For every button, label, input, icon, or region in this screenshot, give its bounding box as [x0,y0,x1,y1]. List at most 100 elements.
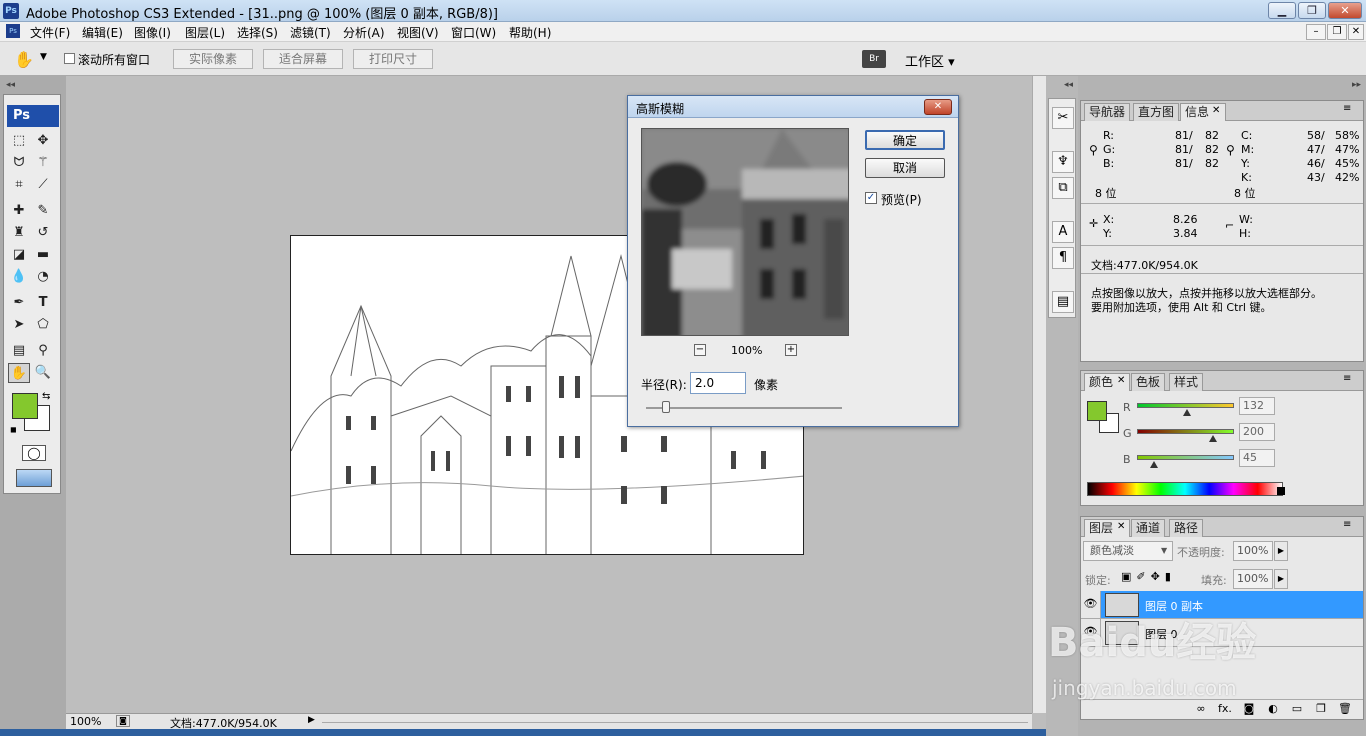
swap-colors-icon[interactable]: ⇆ [42,391,50,402]
shape-tool-icon[interactable]: ⬠ [32,315,54,335]
menu-select[interactable]: 选择(S) [237,24,278,41]
magic-wand-icon[interactable]: ⚚ [32,153,54,173]
panel-menu-icon[interactable]: ≡ [1343,103,1351,114]
panel-expand-icon[interactable]: ▸▸ [1352,80,1361,90]
menu-edit[interactable]: 编辑(E) [82,24,123,41]
layers-footer-icon[interactable]: ∞ [1189,700,1213,718]
opacity-input[interactable]: 100% [1233,541,1273,561]
panel-menu-icon[interactable]: ≡ [1343,519,1351,530]
tab-navigator[interactable]: 导航器 [1084,103,1131,121]
tab-channels[interactable]: 通道 [1131,519,1166,537]
minimize-button[interactable]: ▁ [1268,2,1296,19]
default-colors-icon[interactable]: ◼ [10,425,17,434]
dodge-tool-icon[interactable]: ◔ [32,267,54,287]
gradient-tool-icon[interactable]: ▬ [32,245,54,265]
menu-file[interactable]: 文件(F) [30,24,70,41]
layers-footer-icon[interactable]: 🗑 [1333,700,1357,718]
layers-footer-icon[interactable]: ◙ [1237,700,1261,718]
layer-comps-icon[interactable]: ▤ [1052,291,1074,313]
dock-collapse-icon[interactable]: ◂◂ [1064,80,1073,90]
tab-close-icon[interactable]: ✕ [1212,105,1220,116]
lasso-tool-icon[interactable]: ᗢ [8,153,30,173]
channel-slider-thumb[interactable] [1150,461,1158,468]
zoom-level[interactable]: 100% [70,715,101,728]
layers-footer-icon[interactable]: ◐ [1261,700,1285,718]
fill-input[interactable]: 100% [1233,569,1273,589]
actual-pixels-button[interactable]: 实际像素 [173,49,253,69]
workspace-menu[interactable]: 工作区 ▾ [905,51,955,70]
menu-image[interactable]: 图像(I) [134,24,171,41]
channel-slider-track[interactable] [1137,455,1234,460]
fill-arrow-icon[interactable]: ▶ [1274,569,1288,589]
radius-input[interactable]: 2.0 [690,372,746,394]
zoom-tool-icon[interactable]: 🔍 [32,363,54,383]
channel-value-input[interactable]: 132 [1239,397,1275,415]
channel-slider-track[interactable] [1137,429,1234,434]
healing-brush-icon[interactable]: ✚ [8,201,30,221]
status-info-icon[interactable]: ◙ [116,715,130,727]
ok-button[interactable]: 确定 [865,130,945,150]
menu-view[interactable]: 视图(V) [397,24,439,41]
layers-footer-icon[interactable]: ❐ [1309,700,1333,718]
tab-close-icon[interactable]: ✕ [1117,521,1125,532]
horizontal-scrollbar[interactable] [322,722,1028,723]
clone-stamp-icon[interactable]: ♜ [8,223,30,243]
crop-tool-icon[interactable]: ⌗ [8,175,30,195]
fit-screen-button[interactable]: 适合屏幕 [263,49,343,69]
color-panel-fg-swatch[interactable] [1087,401,1107,421]
tab-histogram[interactable]: 直方图 [1133,103,1180,121]
opacity-arrow-icon[interactable]: ▶ [1274,541,1288,561]
menu-help[interactable]: 帮助(H) [509,24,551,41]
brushes-panel-icon[interactable]: ♆ [1052,151,1074,173]
brush-tool-icon[interactable]: ✎ [32,201,54,221]
path-selection-icon[interactable]: ➤ [8,315,30,335]
clone-source-icon[interactable]: ⧉ [1052,177,1074,199]
pen-tool-icon[interactable]: ✒ [8,293,30,313]
tab-close-icon[interactable]: ✕ [1117,375,1125,386]
preview-checkbox[interactable]: ✓ [865,192,877,204]
document-icon[interactable]: Ps [6,24,20,38]
vertical-scrollbar[interactable] [1032,76,1046,713]
scroll-all-checkbox[interactable] [64,53,75,64]
zoom-in-button[interactable]: + [785,344,797,356]
doc-restore-button[interactable]: ❐ [1327,24,1347,40]
channel-value-input[interactable]: 200 [1239,423,1275,441]
history-brush-icon[interactable]: ↺ [32,223,54,243]
character-panel-icon[interactable]: A [1052,221,1074,243]
notes-tool-icon[interactable]: ▤ [8,341,30,361]
type-tool-icon[interactable]: T [32,293,54,313]
zoom-out-button[interactable]: − [694,344,706,356]
hand-tool-icon[interactable]: ✋ [14,50,34,69]
channel-slider-thumb[interactable] [1183,409,1191,416]
tab-paths[interactable]: 路径 [1169,519,1204,537]
close-button[interactable]: ✕ [1328,2,1362,19]
blend-mode-select[interactable]: 颜色减淡 [1083,541,1173,561]
bridge-icon[interactable]: Br [862,50,886,68]
doc-minimize-button[interactable]: – [1306,24,1326,40]
channel-slider-thumb[interactable] [1209,435,1217,442]
menu-filter[interactable]: 滤镜(T) [290,24,331,41]
print-size-button[interactable]: 打印尺寸 [353,49,433,69]
tab-styles[interactable]: 样式 [1169,373,1204,391]
menu-analysis[interactable]: 分析(A) [343,24,385,41]
channel-slider-track[interactable] [1137,403,1234,408]
lock-icons[interactable]: ▣✐✥▮ [1121,570,1176,583]
channel-value-input[interactable]: 45 [1239,449,1275,467]
layers-footer-icon[interactable]: fx. [1213,700,1237,718]
hand-tool-active-icon[interactable]: ✋ [8,363,30,383]
blur-preview[interactable] [641,128,849,336]
eyedropper-icon[interactable]: ⚲ [32,341,54,361]
color-spectrum-ramp[interactable] [1087,482,1283,496]
dialog-close-button[interactable]: ✕ [924,99,952,115]
panel-menu-icon[interactable]: ≡ [1343,373,1351,384]
paragraph-panel-icon[interactable]: ¶ [1052,247,1074,269]
eraser-tool-icon[interactable]: ◪ [8,245,30,265]
quick-mask-icon[interactable]: ◯ [22,445,46,461]
tools-preset-icon[interactable]: ✂ [1052,107,1074,129]
slice-tool-icon[interactable]: ⟋ [32,175,54,195]
marquee-tool-icon[interactable]: ⬚ [8,131,30,151]
status-arrow-icon[interactable]: ▶ [308,715,315,725]
cancel-button[interactable]: 取消 [865,158,945,178]
menu-layer[interactable]: 图层(L) [185,24,225,41]
tab-swatches[interactable]: 色板 [1131,373,1166,391]
